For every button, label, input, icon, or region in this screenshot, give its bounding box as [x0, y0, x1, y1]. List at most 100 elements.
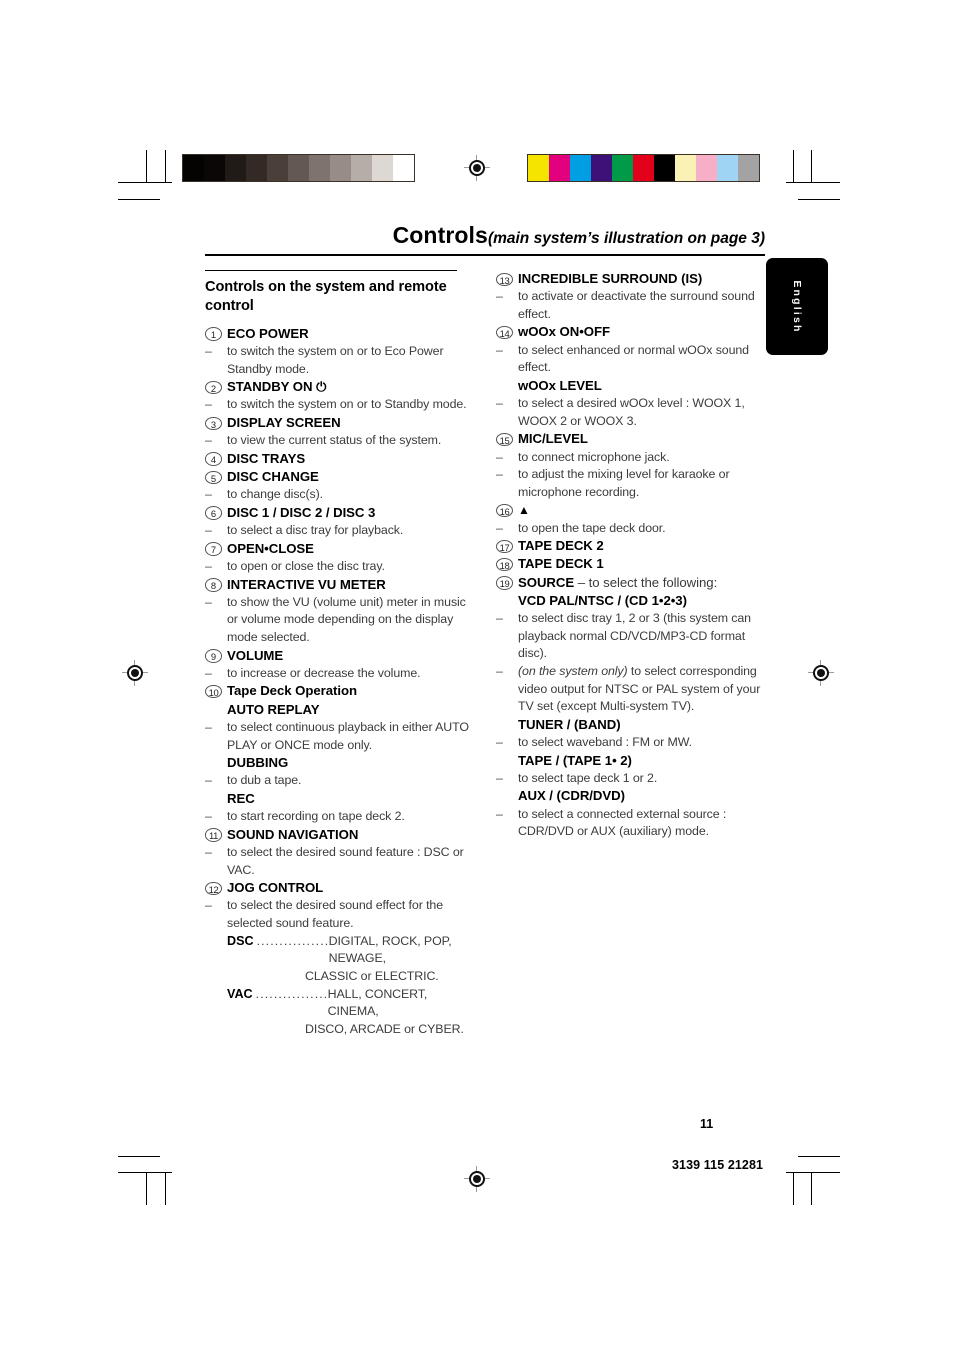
- grayscale-calibration-strip: [182, 154, 415, 182]
- control-item-number: 13: [496, 272, 513, 286]
- control-item: 14 wOOx ON•OFF – to select enhanced or norm…: [496, 323, 764, 430]
- control-item-label: TAPE DECK 2: [518, 538, 604, 554]
- right-column-items: 13 INCREDIBLE SURROUND (IS) – to activate o…: [496, 270, 764, 841]
- control-description: – to select disc tray 1, 2 or 3 (this sys…: [496, 610, 764, 663]
- description-text: to select a connected external source : …: [518, 806, 727, 839]
- leader-row: VAC....................HALL, CONCERT, CI…: [227, 986, 473, 1021]
- page-title: Controls(main system’s illustration on p…: [205, 222, 765, 254]
- color-swatch: [591, 155, 612, 181]
- registration-mark-icon: [464, 1166, 490, 1192]
- description-text: to select a disc tray for playback.: [227, 523, 404, 538]
- color-swatch: [717, 155, 738, 181]
- leader-value: HALL, CONCERT, CINEMA,: [327, 986, 428, 1019]
- grayscale-swatch: [183, 155, 204, 181]
- control-description: – to select a disc tray for playback.: [205, 522, 473, 540]
- description-text: to show the VU (volume unit) meter in mu…: [227, 594, 466, 645]
- control-description: – to switch the system on or to Standby m…: [205, 396, 473, 414]
- control-item-number: 9: [205, 649, 222, 663]
- description-text: to switch the system on or to Standby mo…: [227, 397, 467, 412]
- color-calibration-strip: [527, 154, 760, 182]
- control-item-number: 8: [205, 578, 222, 592]
- control-item: 12 JOG CONTROL – to select the desired soun…: [205, 879, 473, 1038]
- description-text: to select disc tray 1, 2 or 3 (this syst…: [518, 611, 751, 661]
- description-dash: –: [496, 396, 503, 411]
- control-description: – to increase or decrease the volume.: [205, 665, 473, 683]
- description-text: to increase or decrease the volume.: [227, 665, 421, 680]
- control-item-number: 16: [496, 503, 513, 518]
- leader-dots: ....................: [256, 933, 329, 948]
- control-item-header: 17 TAPE DECK 2: [496, 537, 764, 555]
- crop-mark-bottom-left-h2: [118, 1156, 160, 1157]
- subheading-divider: [205, 270, 457, 271]
- document-page: Controls(main system’s illustration on p…: [0, 0, 954, 1351]
- description-dash: –: [205, 665, 212, 680]
- description-text: to change disc(s).: [227, 487, 323, 502]
- leader-key: VAC: [227, 986, 253, 1001]
- description-text: to select the desired sound effect for t…: [227, 898, 443, 931]
- control-sub-label: AUTO REPLAY: [227, 701, 320, 717]
- left-column: Controls on the system and remote contro…: [205, 270, 473, 1038]
- control-item-label: ▲: [518, 501, 530, 519]
- crop-mark-top-right-h: [786, 182, 840, 183]
- control-item-number: 11: [205, 828, 222, 842]
- description-dash: –: [205, 559, 212, 573]
- leader-dots: ....................: [255, 986, 328, 1001]
- control-item: 16 ▲ – to open the tape deck door.: [496, 501, 764, 537]
- leader-row: DSC....................DIGITAL, ROCK, PO…: [227, 933, 473, 968]
- control-item-header: 11 SOUND NAVIGATION: [205, 826, 473, 844]
- control-item: 15 MIC/LEVEL – to connect microphone jack. –…: [496, 430, 764, 501]
- control-sub-label: DUBBING: [227, 755, 289, 771]
- registration-mark-icon: [808, 660, 834, 686]
- control-item-label: INTERACTIVE VU METER: [227, 576, 386, 592]
- description-dash: –: [205, 898, 212, 913]
- control-description: – to view the current status of the syste…: [205, 432, 473, 450]
- control-item-number: 3: [205, 416, 222, 431]
- crop-mark-top-right-h2: [798, 199, 840, 200]
- control-sub-label: AUX / (CDR/DVD): [518, 788, 625, 804]
- control-item-label: STANDBY ON ⏻: [227, 379, 327, 395]
- color-swatch: [549, 155, 570, 181]
- control-item-label: ECO POWER: [227, 325, 309, 341]
- description-text: to activate or deactivate the surround s…: [518, 289, 755, 321]
- control-description: – to activate or deactivate the surround …: [496, 288, 764, 323]
- control-item-header: 3 DISPLAY SCREEN: [205, 414, 473, 432]
- control-description: – to connect microphone jack.: [496, 449, 764, 467]
- description-dash: –: [205, 773, 212, 788]
- control-item: 18 TAPE DECK 1: [496, 555, 764, 573]
- control-item: 17 TAPE DECK 2: [496, 537, 764, 555]
- description-dash: –: [496, 449, 503, 464]
- leader-value-continued: DISCO, ARCADE or CYBER.: [305, 1021, 464, 1036]
- control-description: – to adjust the mixing level for karaoke …: [496, 466, 764, 501]
- control-item-header: 7 OPEN•CLOSE: [205, 540, 473, 558]
- control-item-label: JOG CONTROL: [227, 880, 324, 896]
- description-dash: –: [205, 845, 212, 860]
- control-item: 3 DISPLAY SCREEN – to view the current stat…: [205, 414, 473, 450]
- control-item: 5 DISC CHANGE – to change disc(s).: [205, 468, 473, 504]
- control-item-number: 5: [205, 470, 222, 485]
- control-item-number: 17: [496, 539, 513, 554]
- crop-mark-bottom-right-h2: [798, 1156, 840, 1157]
- control-item-header: 15 MIC/LEVEL: [496, 430, 764, 448]
- page-title-subtitle: (main system’s illustration on page 3): [487, 230, 765, 247]
- control-item-number: 1: [205, 327, 222, 341]
- control-description: – to select tape deck 1 or 2.: [496, 770, 764, 788]
- crop-mark-bottom-right-v: [811, 1172, 812, 1205]
- grayscale-swatch: [225, 155, 246, 181]
- grayscale-swatch: [246, 155, 267, 181]
- color-swatch: [675, 155, 696, 181]
- grayscale-swatch: [351, 155, 372, 181]
- control-item-label: MIC/LEVEL: [518, 431, 588, 447]
- color-swatch: [633, 155, 654, 181]
- control-item-label: TAPE DECK 1: [518, 556, 604, 572]
- control-description: – to start recording on tape deck 2.: [205, 808, 473, 826]
- control-description: – to dub a tape.: [205, 772, 473, 790]
- description-text: to select enhanced or normal wOOx sound …: [518, 342, 749, 375]
- crop-mark-top-left-v2: [165, 150, 166, 183]
- title-divider: [205, 254, 765, 256]
- control-item: 9 VOLUME – to increase or decrease the volu…: [205, 647, 473, 683]
- control-item-number: 14: [496, 325, 513, 340]
- grayscale-swatch: [204, 155, 225, 181]
- leader-key: DSC: [227, 933, 254, 948]
- control-description: – to select a desired wOOx level : WOOX 1…: [496, 395, 764, 430]
- control-item-header: 9 VOLUME: [205, 647, 473, 665]
